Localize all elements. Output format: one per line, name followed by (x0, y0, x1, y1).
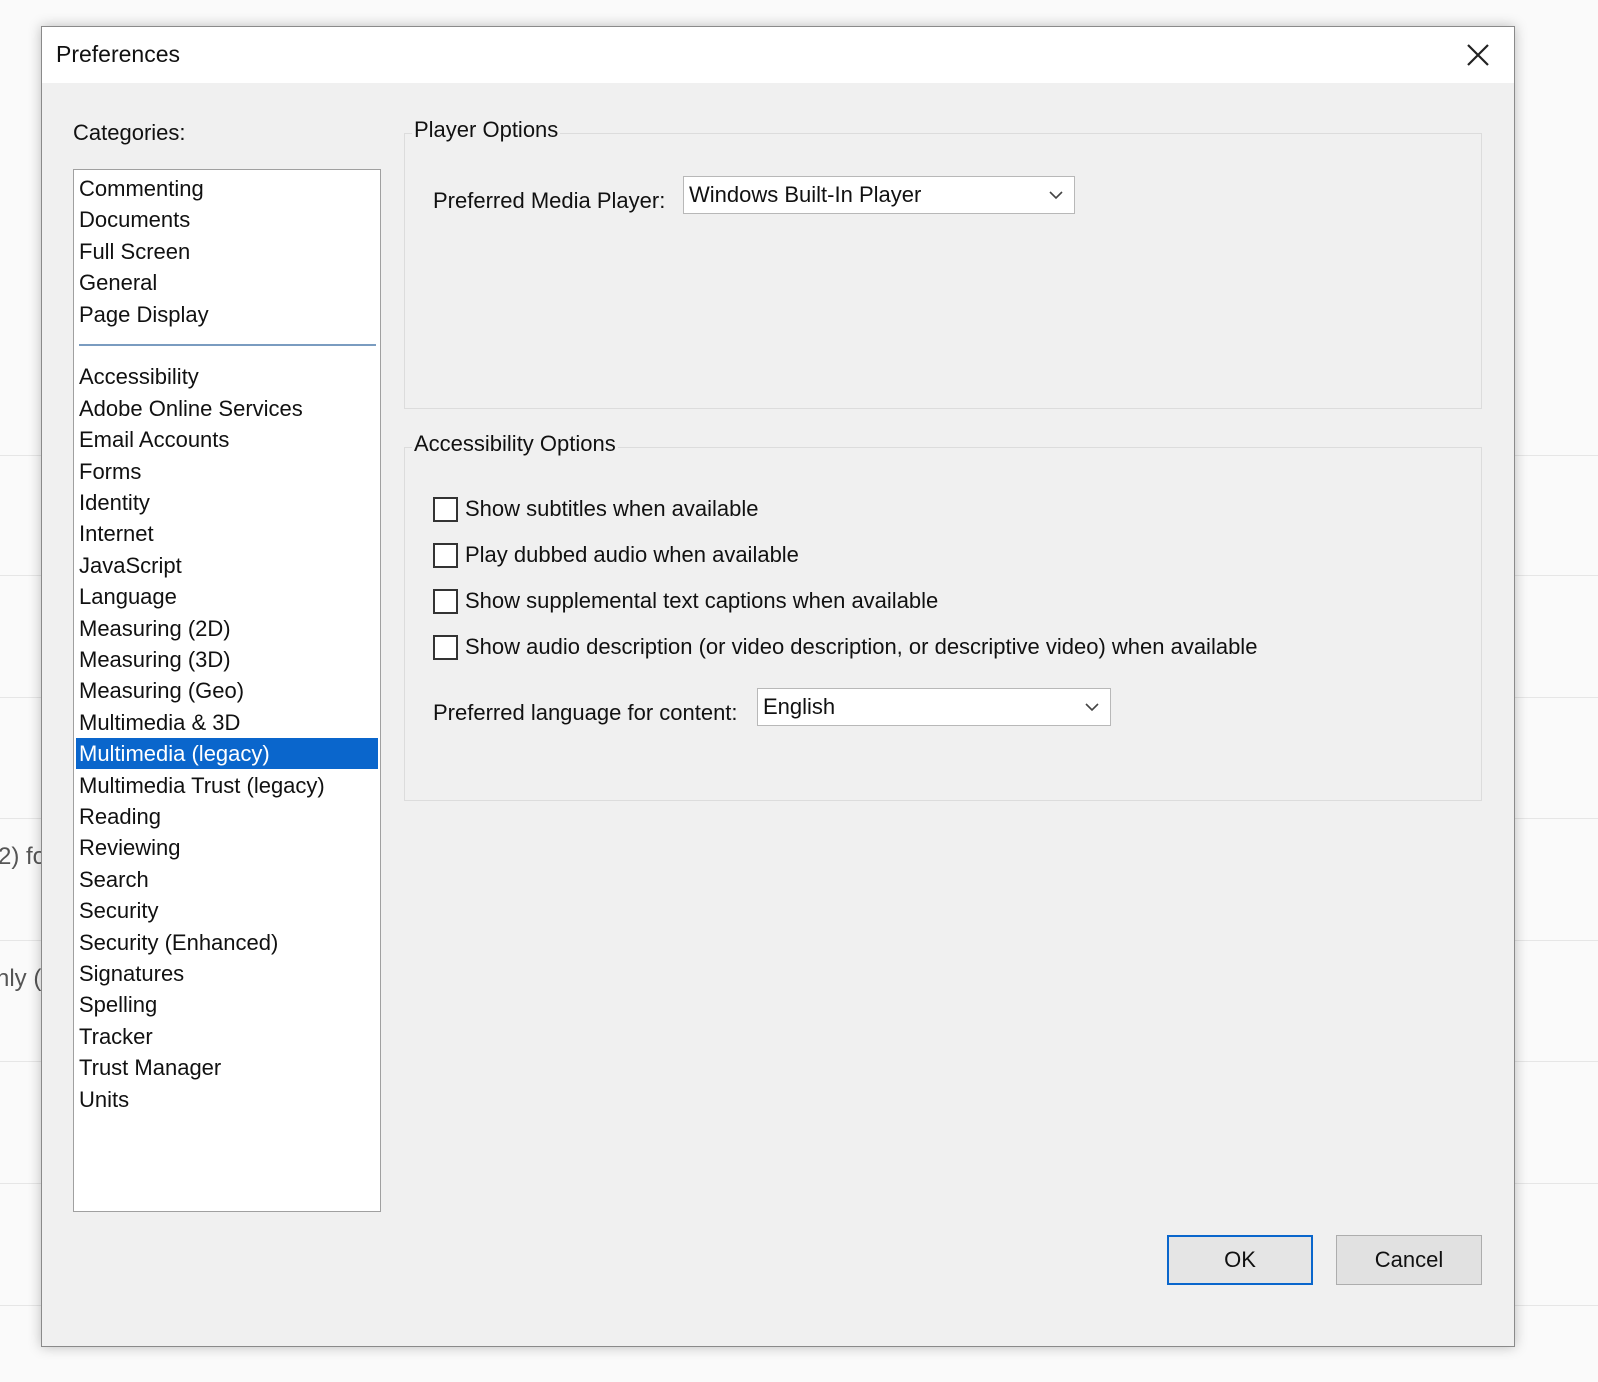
category-spelling[interactable]: Spelling (76, 989, 378, 1020)
show-subtitles-checkbox[interactable]: Show subtitles when available (433, 496, 759, 522)
checkbox-label: Show supplemental text captions when ava… (465, 588, 939, 613)
category-signatures[interactable]: Signatures (76, 958, 378, 989)
category-separator (79, 344, 376, 346)
checkbox-box[interactable] (433, 588, 458, 614)
preferred-player-select[interactable]: Windows Built-In Player (683, 176, 1075, 214)
accessibility-options-title: Accessibility Options (412, 431, 618, 457)
category-measuring-2d[interactable]: Measuring (2D) (76, 613, 378, 644)
player-options-title: Player Options (412, 117, 561, 143)
preferences-dialog: Preferences Categories: Commenting Docum… (41, 26, 1515, 1347)
category-adobe-online-services[interactable]: Adobe Online Services (76, 393, 378, 424)
background-text: nly ( (0, 965, 42, 992)
category-search[interactable]: Search (76, 864, 378, 895)
category-documents[interactable]: Documents (76, 204, 378, 235)
preferred-language-value: English (763, 694, 836, 719)
category-internet[interactable]: Internet (76, 518, 378, 549)
categories-label: Categories: (73, 120, 186, 145)
player-options-group: Player Options Preferred Media Player: W… (404, 117, 1482, 409)
category-forms[interactable]: Forms (76, 456, 378, 487)
category-accessibility[interactable]: Accessibility (76, 361, 378, 392)
checkbox-box[interactable] (433, 496, 458, 522)
dialog-title: Preferences (56, 41, 181, 67)
category-tracker[interactable]: Tracker (76, 1021, 378, 1052)
category-reading[interactable]: Reading (76, 801, 378, 832)
checkbox-label: Show audio description (or video descrip… (465, 634, 1258, 659)
show-captions-checkbox[interactable]: Show supplemental text captions when ava… (433, 588, 938, 614)
checkbox-label: Show subtitles when available (465, 496, 759, 521)
category-full-screen[interactable]: Full Screen (76, 236, 378, 267)
category-identity[interactable]: Identity (76, 487, 378, 518)
accessibility-options-group: Accessibility Options Show subtitles whe… (404, 431, 1482, 801)
chevron-down-icon (1074, 689, 1110, 725)
play-dubbed-audio-checkbox[interactable]: Play dubbed audio when available (433, 542, 799, 568)
close-icon (1467, 44, 1489, 66)
chevron-down-icon (1038, 177, 1074, 213)
category-measuring-geo[interactable]: Measuring (Geo) (76, 675, 378, 706)
checkbox-box[interactable] (433, 634, 458, 660)
category-page-display[interactable]: Page Display (76, 299, 378, 330)
dialog-titlebar: Preferences (42, 27, 1514, 83)
categories-list[interactable]: Commenting Documents Full Screen General… (73, 169, 381, 1212)
category-reviewing[interactable]: Reviewing (76, 832, 378, 863)
preferred-player-value: Windows Built-In Player (689, 182, 922, 207)
checkbox-label: Play dubbed audio when available (465, 542, 799, 567)
background-text: 2) fo (0, 843, 47, 870)
category-email-accounts[interactable]: Email Accounts (76, 424, 378, 455)
category-multimedia-3d[interactable]: Multimedia & 3D (76, 707, 378, 738)
category-trust-manager[interactable]: Trust Manager (76, 1052, 378, 1083)
category-units[interactable]: Units (76, 1084, 378, 1115)
category-language[interactable]: Language (76, 581, 378, 612)
show-audio-description-checkbox[interactable]: Show audio description (or video descrip… (433, 634, 1257, 660)
cancel-button[interactable]: Cancel (1336, 1235, 1482, 1285)
checkbox-box[interactable] (433, 542, 458, 568)
close-button[interactable] (1450, 33, 1506, 77)
preferred-language-label: Preferred language for content: (433, 700, 738, 725)
category-multimedia-trust-legacy[interactable]: Multimedia Trust (legacy) (76, 770, 378, 801)
category-measuring-3d[interactable]: Measuring (3D) (76, 644, 378, 675)
category-security[interactable]: Security (76, 895, 378, 926)
category-commenting[interactable]: Commenting (76, 173, 378, 204)
category-general[interactable]: General (76, 267, 378, 298)
category-multimedia-legacy[interactable]: Multimedia (legacy) (76, 738, 378, 769)
preferred-language-select[interactable]: English (757, 688, 1111, 726)
category-security-enhanced[interactable]: Security (Enhanced) (76, 927, 378, 958)
preferred-player-label: Preferred Media Player: (433, 188, 666, 213)
category-javascript[interactable]: JavaScript (76, 550, 378, 581)
ok-button[interactable]: OK (1167, 1235, 1313, 1285)
